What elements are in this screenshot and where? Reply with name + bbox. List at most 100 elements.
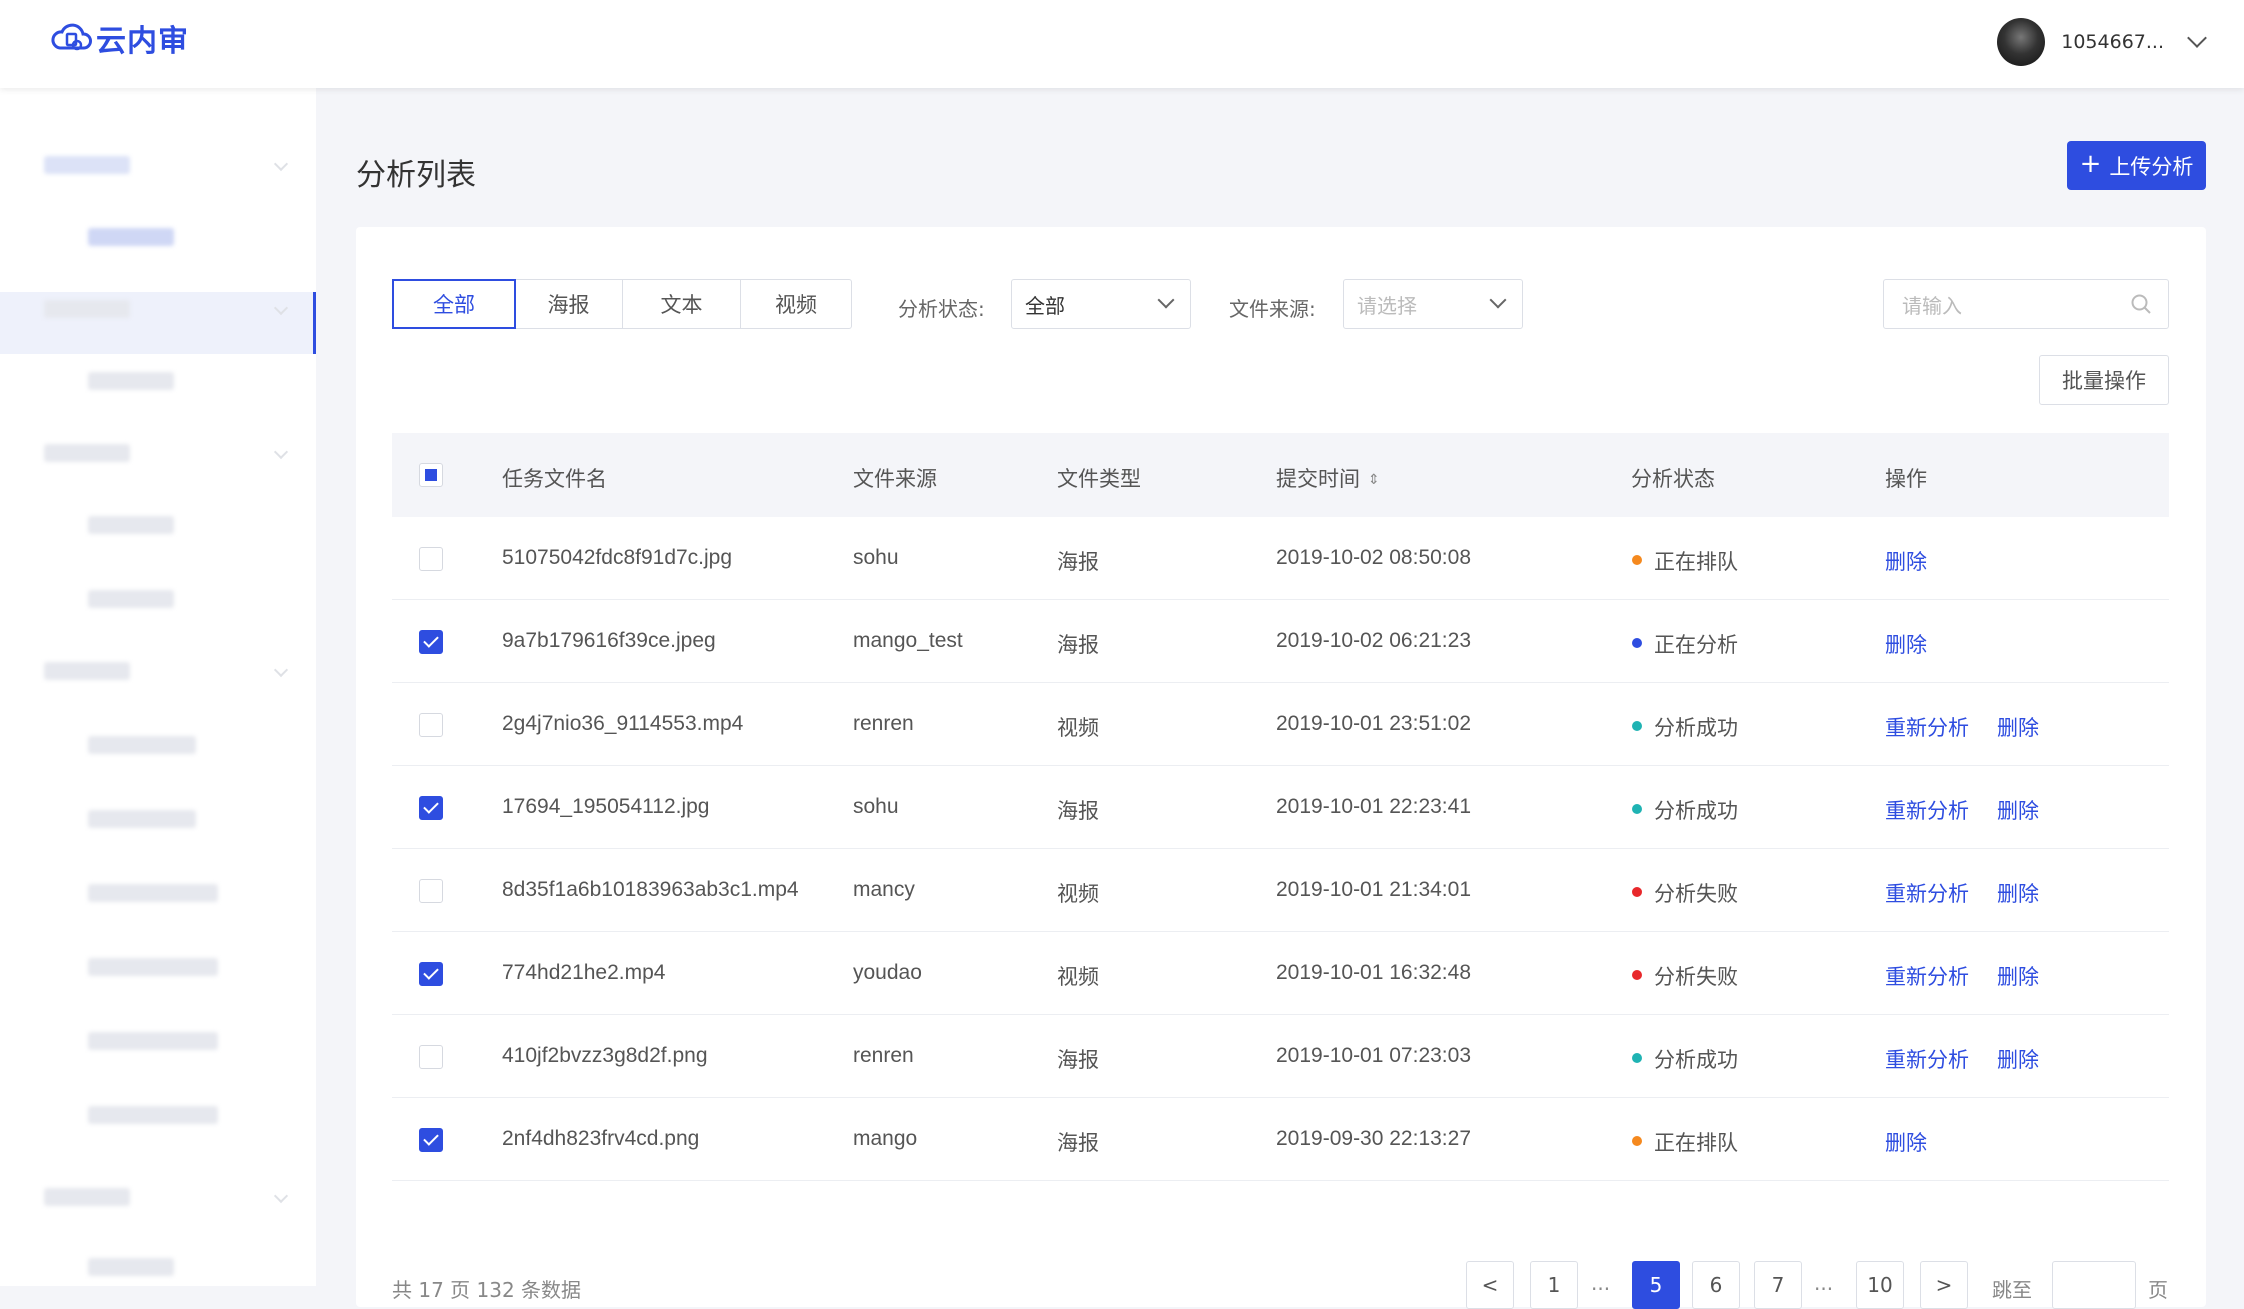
tab-video[interactable]: 视频 [741,280,851,328]
page-button-5[interactable]: 5 [1632,1261,1680,1309]
sidebar-item[interactable] [88,1106,218,1124]
sidebar-item-active-label[interactable] [88,228,174,246]
reanalyze-link[interactable]: 重新分析 [1885,1044,1969,1074]
cell-source: sohu [853,546,899,569]
chevron-down-icon[interactable] [273,156,289,172]
batch-operation-button[interactable]: 批量操作 [2039,355,2169,405]
delete-link[interactable]: 删除 [1997,1044,2039,1074]
table-header: 任务文件名 文件来源 文件类型 提交时间 ⇕ 分析状态 操作 [392,433,2169,517]
pagination-summary: 共 17 页 132 条数据 [392,1278,582,1302]
status-select[interactable]: 全部 [1011,279,1191,329]
sort-icon[interactable]: ⇕ [1368,472,1380,488]
cell-status: 正在排队 [1654,550,1738,574]
cell-type: 视频 [1057,965,1099,989]
page-button-7[interactable]: 7 [1754,1261,1802,1309]
chevron-down-icon[interactable] [2187,28,2207,48]
chevron-down-icon [1157,291,1175,309]
delete-link[interactable]: 删除 [1885,546,1927,576]
search-icon[interactable] [2130,293,2152,315]
delete-link[interactable]: 删除 [1885,1127,1927,1157]
plus-icon: + [2079,149,2102,179]
status-dot-icon [1632,1136,1642,1146]
reanalyze-link[interactable]: 重新分析 [1885,961,1969,991]
upload-analysis-button[interactable]: + 上传分析 [2067,141,2206,190]
cell-file-name: 8d35f1a6b10183963ab3c1.mp4 [502,878,799,901]
sidebar-group-3[interactable] [44,444,130,462]
search-placeholder: 请输入 [1902,295,1962,318]
analysis-table: 任务文件名 文件来源 文件类型 提交时间 ⇕ 分析状态 操作 51075042fd… [392,433,2169,1181]
delete-link[interactable]: 删除 [1997,795,2039,825]
cloud-logo-icon [51,23,92,51]
select-all-checkbox[interactable] [419,463,443,487]
sidebar-item[interactable] [88,736,196,754]
status-filter-label: 分析状态: [898,297,985,321]
sidebar-group-1[interactable] [44,156,130,174]
status-select-value: 全部 [1025,293,1065,318]
source-filter-label: 文件来源: [1229,297,1316,321]
row-checkbox[interactable] [419,713,443,737]
chevron-down-icon[interactable] [273,1188,289,1204]
page-unit-label: 页 [2148,1278,2168,1302]
chevron-down-icon [1489,291,1507,309]
next-page-button[interactable]: > [1920,1261,1968,1309]
status-dot-icon [1632,1053,1642,1063]
row-checkbox[interactable] [419,796,443,820]
reanalyze-link[interactable]: 重新分析 [1885,712,1969,742]
page-button-6[interactable]: 6 [1692,1261,1740,1309]
col-submit-time[interactable]: 提交时间 ⇕ [1276,463,1380,493]
col-type: 文件类型 [1057,467,1141,491]
top-header: 云内审 1054667... [0,0,2244,88]
tab-poster[interactable]: 海报 [515,280,623,328]
sidebar [0,88,316,1286]
cell-submit-time: 2019-10-02 08:50:08 [1276,546,1471,569]
status-dot-icon [1632,970,1642,980]
user-menu[interactable]: 1054667... [1997,18,2207,66]
chevron-down-icon[interactable] [273,444,289,460]
row-checkbox[interactable] [419,962,443,986]
logo[interactable]: 云内审 [50,16,189,60]
source-select[interactable]: 请选择 [1343,279,1523,329]
sidebar-group-2[interactable] [44,300,130,318]
tab-all[interactable]: 全部 [392,279,516,329]
table-body: 51075042fdc8f91d7c.jpg sohu 海报 2019-10-02 0… [392,517,2169,1181]
reanalyze-link[interactable]: 重新分析 [1885,878,1969,908]
reanalyze-link[interactable]: 重新分析 [1885,795,1969,825]
page-button-1[interactable]: 1 [1530,1261,1578,1309]
pagination-ellipsis: ... [1591,1271,1611,1295]
sidebar-item[interactable] [88,884,218,902]
sidebar-item[interactable] [88,958,218,976]
sidebar-group-5[interactable] [44,1188,130,1206]
page-button-10[interactable]: 10 [1856,1261,1904,1309]
sidebar-item[interactable] [88,1258,174,1276]
row-checkbox[interactable] [419,879,443,903]
sidebar-item[interactable] [88,590,174,608]
cell-type: 海报 [1057,550,1099,574]
sidebar-item[interactable] [88,372,174,390]
row-checkbox[interactable] [419,547,443,571]
upload-button-label: 上传分析 [2109,154,2194,179]
chevron-down-icon[interactable] [273,662,289,678]
search-input[interactable]: 请输入 [1883,279,2169,329]
status-dot-icon [1632,555,1642,565]
sidebar-item[interactable] [88,516,174,534]
jump-page-input[interactable] [2052,1261,2136,1309]
row-checkbox[interactable] [419,1045,443,1069]
delete-link[interactable]: 删除 [1885,629,1927,659]
row-checkbox[interactable] [419,630,443,654]
tab-text[interactable]: 文本 [623,280,741,328]
prev-page-button[interactable]: < [1466,1261,1514,1309]
avatar[interactable] [1997,18,2046,66]
sidebar-item[interactable] [88,810,196,828]
table-row: 410jf2bvzz3g8d2f.png renren 海报 2019-10-01 0… [392,1015,2169,1098]
delete-link[interactable]: 删除 [1997,961,2039,991]
cell-type: 海报 [1057,1048,1099,1072]
delete-link[interactable]: 删除 [1997,712,2039,742]
col-actions: 操作 [1885,467,1927,491]
cell-status: 正在排队 [1654,1131,1738,1155]
sidebar-group-4[interactable] [44,662,130,680]
cell-file-name: 410jf2bvzz3g8d2f.png [502,1044,708,1067]
cell-file-name: 9a7b179616f39ce.jpeg [502,629,716,652]
sidebar-item[interactable] [88,1032,218,1050]
row-checkbox[interactable] [419,1128,443,1152]
delete-link[interactable]: 删除 [1997,878,2039,908]
